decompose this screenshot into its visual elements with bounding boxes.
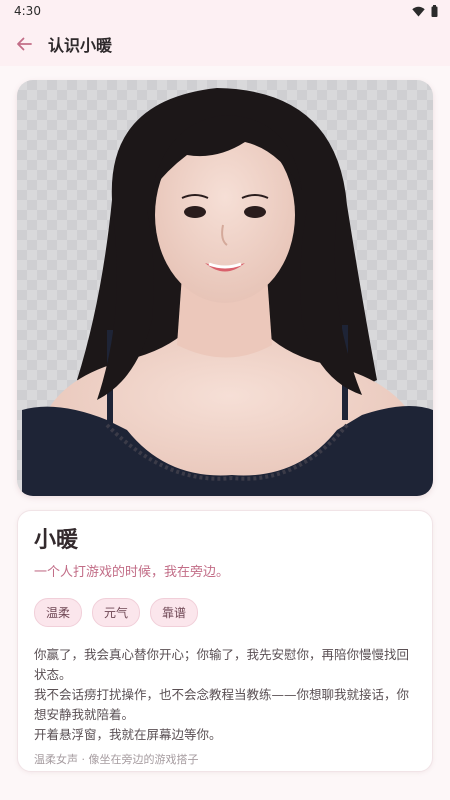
description-paragraph: 我不会话痨打扰操作，也不会念教程当教练——你想聊我就接话，你想安静我就陪着。: [34, 687, 410, 722]
tag-chip: 靠谱: [150, 598, 199, 627]
character-portrait: [17, 80, 433, 496]
app-bar: 认识小暖: [0, 22, 450, 66]
profile-card: 小暖 一个人打游戏的时候，我在旁边。 温柔 元气 靠谱 你赢了，我会真心替你开心…: [17, 510, 433, 772]
voice-note: 温柔女声 · 像坐在旁边的游戏搭子: [34, 753, 199, 766]
main-content: 小暖 一个人打游戏的时候，我在旁边。 温柔 元气 靠谱 你赢了，我会真心替你开心…: [0, 66, 450, 800]
tag-chip: 温柔: [34, 598, 83, 627]
wifi-icon: [412, 6, 425, 16]
character-description: 你赢了，我会真心替你开心；你输了，我先安慰你，再陪你慢慢找回状态。 我不会话痨打…: [34, 645, 416, 745]
page-title: 认识小暖: [48, 36, 113, 55]
character-tagline: 一个人打游戏的时候，我在旁边。: [34, 565, 230, 580]
battery-icon: [431, 5, 438, 17]
tag-chip: 元气: [92, 598, 141, 627]
arrow-left-icon: [17, 37, 32, 51]
tag-list: 温柔 元气 靠谱: [34, 598, 416, 627]
portrait-illustration: [22, 88, 433, 496]
status-bar: 4:30: [0, 0, 450, 22]
description-paragraph: 你赢了，我会真心替你开心；你输了，我先安慰你，再陪你慢慢找回状态。: [34, 647, 410, 682]
status-time: 4:30: [14, 4, 41, 18]
description-paragraph: 开着悬浮窗，我就在屏幕边等你。: [34, 727, 222, 742]
character-name: 小暖: [34, 528, 79, 553]
back-button[interactable]: [12, 32, 36, 56]
